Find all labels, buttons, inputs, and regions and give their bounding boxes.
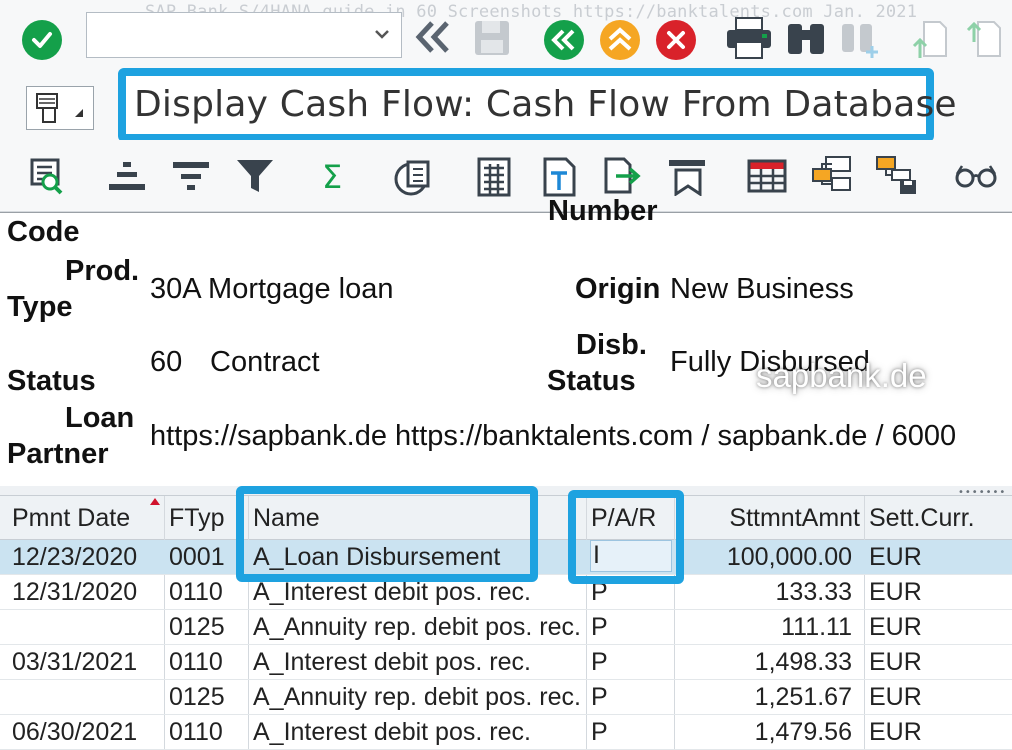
text-icon[interactable] <box>540 156 578 198</box>
cell-ftyp: 0110 <box>169 578 223 606</box>
cell-name: A_Interest debit pos. rec. <box>253 648 531 676</box>
save-icon <box>475 21 509 55</box>
cell-currency: EUR <box>869 613 922 641</box>
total-icon[interactable]: Σ <box>322 158 342 196</box>
cell-amount: 111.11 <box>781 613 852 641</box>
cell-ftyp: 0001 <box>169 543 225 571</box>
back-double-chevron-icon[interactable] <box>414 20 452 54</box>
last-page-icon <box>966 21 1001 57</box>
cell-ftyp: 0110 <box>169 718 223 746</box>
exit-icon[interactable] <box>600 20 640 60</box>
calculator-icon[interactable] <box>474 156 514 198</box>
column-header-amount[interactable]: SttmntAmnt <box>676 504 860 533</box>
print-icon[interactable] <box>724 16 774 60</box>
cell-ftyp: 0125 <box>169 683 225 711</box>
disb-status-label-1: Disb. <box>576 329 647 361</box>
command-input[interactable] <box>87 13 367 57</box>
command-field[interactable] <box>86 12 402 58</box>
cell-currency: EUR <box>869 718 922 746</box>
export-icon[interactable] <box>602 156 644 196</box>
table-row[interactable]: 0125 A_Annuity rep. debit pos. rec. P 11… <box>0 610 1012 645</box>
cell-amount: 100,000.00 <box>726 543 852 571</box>
cell-pmnt-date: 12/23/2020 <box>12 543 138 571</box>
cell-amount: 1,498.33 <box>754 648 852 676</box>
details-icon[interactable] <box>28 156 68 196</box>
cell-amount: 1,479.56 <box>754 718 852 746</box>
cell-currency: EUR <box>869 578 922 606</box>
table-row[interactable]: 06/30/2021 0110 A_Interest debit pos. re… <box>0 715 1012 750</box>
cell-ftyp: 0110 <box>169 648 223 676</box>
cell-amount: 1,251.67 <box>754 683 852 711</box>
cell-name: A_Interest debit pos. rec. <box>253 578 531 606</box>
cell-par: P <box>591 648 608 676</box>
column-header-currency[interactable]: Sett.Curr. <box>869 504 975 533</box>
watermark-logo: sapbank.de <box>756 357 927 394</box>
print-preview-icon[interactable] <box>666 156 708 196</box>
menu-button[interactable] <box>26 86 94 130</box>
chevron-down-icon[interactable] <box>373 25 391 43</box>
sort-ascending-icon[interactable] <box>106 158 148 194</box>
cell-name: A_Annuity rep. debit pos. rec. <box>253 683 581 711</box>
status-text: Contract <box>210 346 320 378</box>
number-label: Number <box>548 195 658 227</box>
page-title: Display Cash Flow: Cash Flow From Databa… <box>134 84 957 125</box>
cell-name: A_Interest debit pos. rec. <box>253 718 531 746</box>
cell-par: P <box>591 718 608 746</box>
subtotals-icon[interactable] <box>392 156 434 198</box>
prod-type-label-2: Type <box>7 291 73 323</box>
status-code: 60 <box>150 346 183 378</box>
cell-currency: EUR <box>869 648 922 676</box>
cell-name: A_Annuity rep. debit pos. rec. <box>253 613 581 641</box>
find-icon[interactable] <box>784 18 828 58</box>
cell-amount: 133.33 <box>775 578 852 606</box>
cell-pmnt-date: 06/30/2021 <box>12 718 138 746</box>
prod-type-value: 30A Mortgage loan <box>150 273 394 305</box>
enter-icon[interactable] <box>22 20 62 60</box>
origin-value: New Business <box>670 273 854 305</box>
disb-status-label-2: Status <box>547 365 636 397</box>
par-column-highlight <box>568 490 684 584</box>
back-icon[interactable] <box>544 20 584 60</box>
sort-indicator-icon <box>150 498 160 505</box>
cell-currency: EUR <box>869 683 922 711</box>
cell-pmnt-date: 03/31/2021 <box>12 648 138 676</box>
cell-par: P <box>591 683 608 711</box>
cell-currency: EUR <box>869 543 922 571</box>
cell-pmnt-date: 12/31/2020 <box>12 578 138 606</box>
save-layout-icon[interactable] <box>874 154 920 196</box>
cell-par: P <box>591 613 608 641</box>
table-row[interactable]: 03/31/2021 0110 A_Interest debit pos. re… <box>0 645 1012 680</box>
find-next-icon <box>842 24 878 58</box>
name-column-highlight <box>236 486 538 582</box>
column-header-pmnt-date[interactable]: Pmnt Date <box>12 504 130 533</box>
select-layout-icon[interactable] <box>810 154 854 196</box>
layout-icon[interactable] <box>746 158 788 194</box>
code-label: Code <box>7 216 80 248</box>
menu-icon <box>36 93 83 123</box>
glasses-icon[interactable] <box>954 162 998 190</box>
sort-descending-icon[interactable] <box>170 158 212 194</box>
first-page-icon <box>912 21 947 58</box>
status-label: Status <box>7 365 96 397</box>
loan-partner-value: https://sapbank.de https://banktalents.c… <box>150 421 957 451</box>
cancel-icon[interactable] <box>656 20 696 60</box>
origin-label: Origin <box>575 273 661 305</box>
prod-type-label-1: Prod. <box>65 255 140 287</box>
loan-partner-label-2: Partner <box>7 438 109 470</box>
loan-partner-label-1: Loan <box>65 402 135 434</box>
filter-icon[interactable] <box>234 156 276 196</box>
table-row[interactable]: 0125 A_Annuity rep. debit pos. rec. P 1,… <box>0 680 1012 715</box>
cell-ftyp: 0125 <box>169 613 225 641</box>
column-header-ftyp[interactable]: FTyp <box>169 504 225 533</box>
